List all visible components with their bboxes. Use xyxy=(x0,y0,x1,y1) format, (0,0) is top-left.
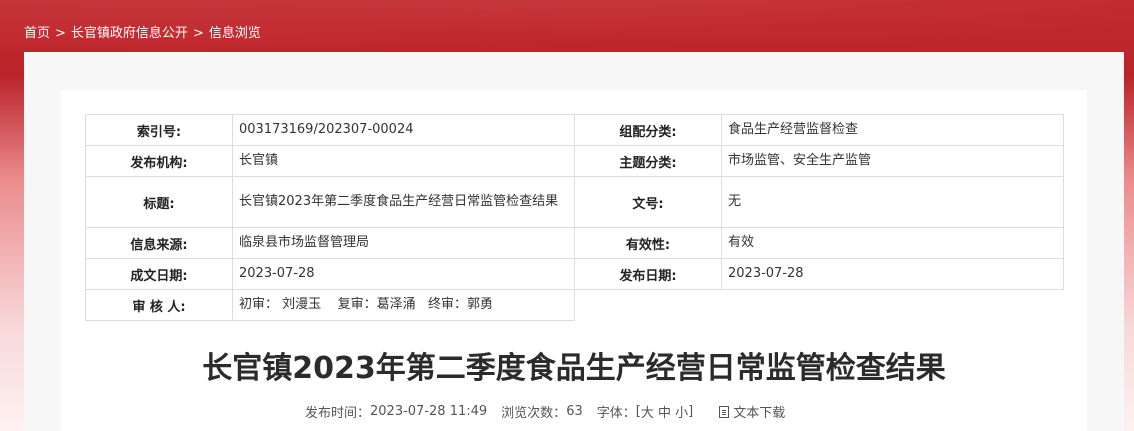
index-value: 003173169/202307-00024 xyxy=(232,114,575,146)
validity-value: 有效 xyxy=(721,227,1064,259)
article-info-bar: 发布时间：2023-07-28 11:49 浏览次数：63 字体：[大 中 小] 文本… xyxy=(305,402,785,421)
category-value: 食品生产经营监督检查 xyxy=(721,114,1064,146)
font-small-button[interactable]: 小 xyxy=(675,406,688,421)
docno-label: 文号: xyxy=(574,176,722,228)
title-value: 长官镇2023年第二季度食品生产经营日常监管检查结果 xyxy=(232,176,575,228)
publish-time-value: 2023-07-28 11:49 xyxy=(370,404,488,419)
table-row: 信息来源: 临泉县市场监督管理局 有效性: 有效 xyxy=(85,227,1064,259)
created-date-label: 成文日期: xyxy=(85,258,233,290)
article-title: 长官镇2023年第二季度食品生产经营日常监管检查结果 xyxy=(202,351,946,386)
breadcrumb-separator: > xyxy=(192,26,204,41)
empty-cell xyxy=(575,290,1064,321)
metadata-table: 索引号: 003173169/202307-00024 组配分类: 食品生产经营… xyxy=(85,114,1064,321)
table-row: 审 核 人: 初审： 刘漫玉 复审：葛泽涌 终审：郭勇 xyxy=(85,289,1064,321)
topic-value: 市场监管、安全生产监管 xyxy=(721,145,1064,177)
table-row: 索引号: 003173169/202307-00024 组配分类: 食品生产经营… xyxy=(85,114,1064,146)
font-size-label: 字体： xyxy=(596,406,636,421)
table-row: 标题: 长官镇2023年第二季度食品生产经营日常监管检查结果 文号: 无 xyxy=(85,176,1064,228)
source-value: 临泉县市场监督管理局 xyxy=(232,227,575,259)
reviewer-value: 初审： 刘漫玉 复审：葛泽涌 终审：郭勇 xyxy=(232,289,575,321)
document-icon xyxy=(719,405,730,418)
released-date-label: 发布日期: xyxy=(574,258,722,290)
released-date-value: 2023-07-28 xyxy=(721,258,1064,290)
text-download-button[interactable]: 文本下载 xyxy=(719,404,786,421)
text-download-label: 文本下载 xyxy=(733,406,786,421)
table-row: 发布机构: 长官镇 主题分类: 市场监管、安全生产监管 xyxy=(85,145,1064,177)
publish-time-label: 发布时间： xyxy=(305,406,371,421)
publisher-label: 发布机构: xyxy=(85,145,233,177)
index-label: 索引号: xyxy=(85,114,233,146)
font-bracket-close: ] xyxy=(688,404,694,419)
views-label: 浏览次数： xyxy=(501,406,567,421)
breadcrumb-home[interactable]: 首页 xyxy=(24,26,50,41)
table-row: 成文日期: 2023-07-28 发布日期: 2023-07-28 xyxy=(85,258,1064,290)
breadcrumb-info-disclosure[interactable]: 长官镇政府信息公开 xyxy=(71,26,188,41)
breadcrumb-current[interactable]: 信息浏览 xyxy=(209,26,261,41)
font-large-button[interactable]: 大 xyxy=(641,406,654,421)
breadcrumb: 首页 > 长官镇政府信息公开 > 信息浏览 xyxy=(24,22,261,41)
breadcrumb-separator: > xyxy=(55,26,66,41)
font-medium-button[interactable]: 中 xyxy=(658,406,671,421)
validity-label: 有效性: xyxy=(574,227,722,259)
docno-value: 无 xyxy=(721,176,1064,228)
title-label: 标题: xyxy=(85,176,233,228)
reviewer-label: 审 核 人: xyxy=(85,289,233,321)
category-label: 组配分类: xyxy=(574,114,722,146)
source-label: 信息来源: xyxy=(85,227,233,259)
created-date-value: 2023-07-28 xyxy=(232,258,575,290)
publisher-value: 长官镇 xyxy=(232,145,575,177)
views-value: 63 xyxy=(566,404,583,419)
topic-label: 主题分类: xyxy=(574,145,722,177)
